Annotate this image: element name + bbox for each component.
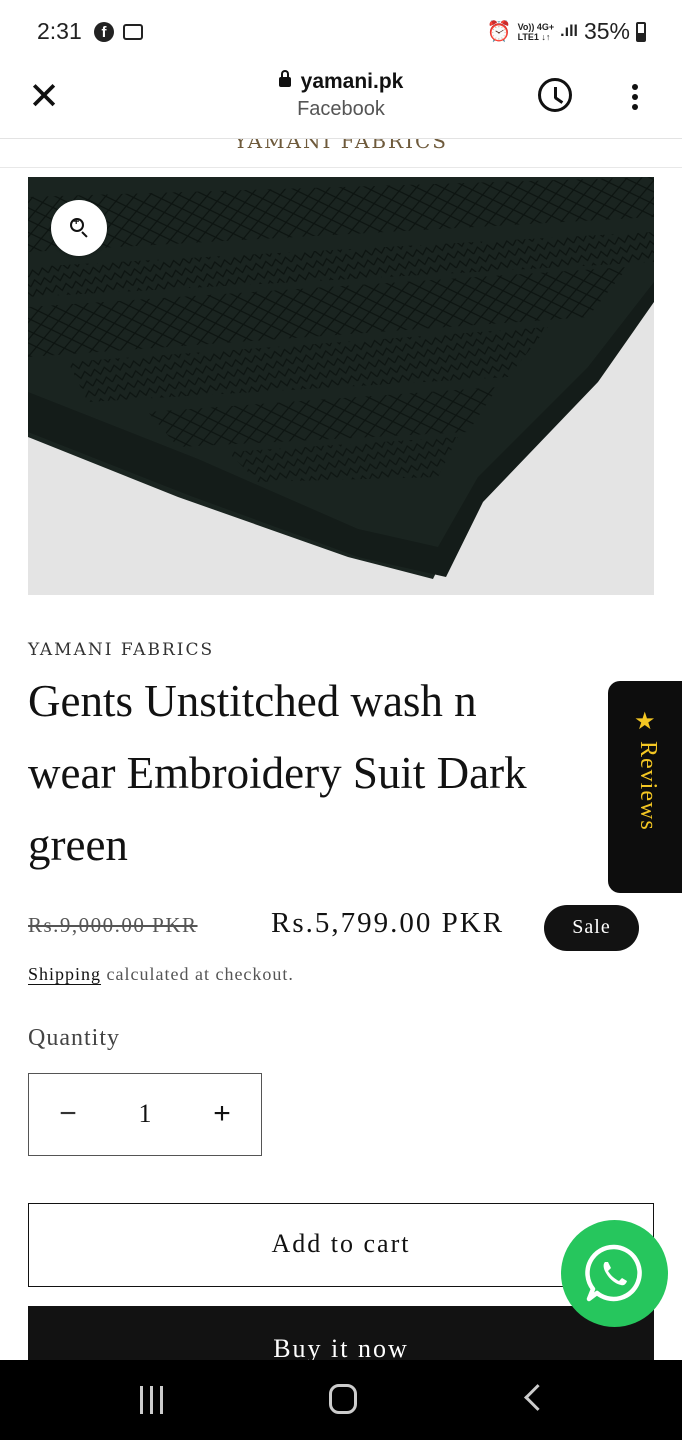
whatsapp-button[interactable] bbox=[561, 1220, 668, 1327]
battery-percentage: 35% bbox=[583, 18, 630, 44]
quantity-stepper: − 1 + bbox=[28, 1073, 262, 1156]
recent-apps-icon[interactable] bbox=[140, 1386, 166, 1414]
reviews-tab[interactable]: ★ Reviews bbox=[608, 681, 682, 893]
whatsapp-icon bbox=[585, 1244, 642, 1302]
system-navigation-bar bbox=[0, 1360, 682, 1440]
more-options-icon[interactable] bbox=[632, 84, 640, 114]
sale-price: Rs.5,799.00 PKR bbox=[271, 907, 505, 939]
product-title-line-1: Gents Unstitched wash n bbox=[28, 676, 477, 726]
product-vendor: YAMANI FABRICS bbox=[28, 640, 215, 660]
caption-notification-icon bbox=[123, 24, 143, 40]
regular-price: Rs.9,000.00 PKR bbox=[28, 913, 198, 937]
quantity-increase-button[interactable]: + bbox=[183, 1074, 261, 1154]
status-time: 2:31 bbox=[37, 18, 82, 44]
product-title-line-3: green bbox=[28, 820, 128, 870]
zoom-button[interactable] bbox=[51, 200, 107, 256]
home-icon[interactable] bbox=[329, 1384, 357, 1414]
star-icon: ★ bbox=[634, 707, 656, 735]
facebook-notification-icon: f bbox=[94, 22, 114, 42]
url-text: yamani.pk bbox=[300, 70, 404, 93]
site-header-strip: YAMANI FABRICS bbox=[0, 139, 682, 168]
signal-icon: .ıll bbox=[560, 22, 578, 40]
back-icon[interactable] bbox=[524, 1384, 551, 1411]
shipping-note-text: calculated at checkout. bbox=[101, 964, 294, 984]
shipping-note: Shipping calculated at checkout. bbox=[28, 964, 294, 985]
quantity-decrease-button[interactable]: − bbox=[29, 1074, 107, 1154]
price-row: Rs.9,000.00 PKR Rs.5,799.00 PKR Sale bbox=[28, 905, 668, 951]
status-right-group: ⏰ Vo)) 4G+ LTE1 ↓↑ .ıll 35% bbox=[487, 18, 646, 45]
browser-toolbar: ✕ yamani.pk Facebook bbox=[0, 62, 682, 139]
product-image[interactable] bbox=[28, 177, 654, 595]
zoom-icon bbox=[70, 216, 84, 232]
quantity-label: Quantity bbox=[28, 1025, 120, 1051]
product-title-line-2: wear Embroidery Suit Dark bbox=[28, 748, 527, 798]
url-line: yamani.pk bbox=[200, 70, 482, 94]
status-bar: 2:31 f ⏰ Vo)) 4G+ LTE1 ↓↑ .ıll 35% bbox=[0, 0, 682, 62]
close-icon[interactable]: ✕ bbox=[26, 77, 62, 115]
battery-icon bbox=[636, 21, 646, 42]
shipping-link[interactable]: Shipping bbox=[28, 964, 101, 984]
reviews-tab-label: Reviews bbox=[635, 741, 661, 831]
product-title: Gents Unstitched wash n wear Embroidery … bbox=[28, 665, 668, 881]
lock-icon bbox=[278, 70, 291, 87]
quantity-input[interactable]: 1 bbox=[107, 1074, 183, 1154]
alarm-icon: ⏰ bbox=[486, 21, 512, 43]
history-icon[interactable] bbox=[538, 78, 572, 112]
network-indicator: Vo)) 4G+ LTE1 ↓↑ bbox=[517, 21, 555, 42]
url-area[interactable]: yamani.pk Facebook bbox=[200, 70, 482, 121]
site-logo-text[interactable]: YAMANI FABRICS bbox=[0, 139, 682, 153]
url-subtitle: Facebook bbox=[297, 98, 385, 120]
sale-badge: Sale bbox=[544, 905, 639, 951]
